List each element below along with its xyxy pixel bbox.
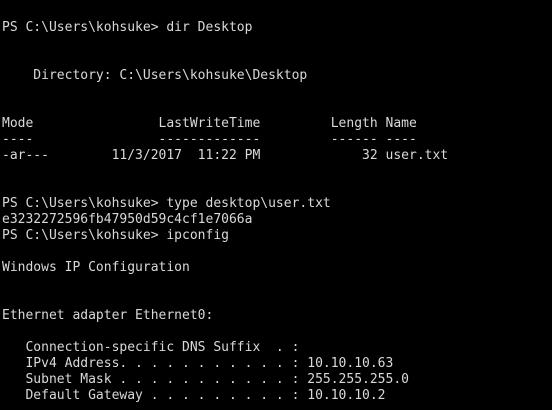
default-gateway-line: Default Gateway . . . . . . . . . : 10.1… bbox=[2, 388, 386, 403]
ipconfig-title: Windows IP Configuration bbox=[2, 260, 190, 275]
ipv4-address-line: IPv4 Address. . . . . . . . . . . : 10.1… bbox=[2, 356, 394, 371]
listing-header: Mode LastWriteTime Length Name bbox=[2, 116, 417, 131]
prompt-type-command: PS C:\Users\kohsuke> type desktop\user.t… bbox=[2, 196, 331, 211]
prompt-ipconfig-command: PS C:\Users\kohsuke> ipconfig bbox=[2, 228, 229, 243]
prompt-dir-command: PS C:\Users\kohsuke> dir Desktop bbox=[2, 20, 253, 35]
powershell-terminal[interactable]: PS C:\Users\kohsuke> dir Desktop Directo… bbox=[0, 0, 552, 410]
dns-suffix-line: Connection-specific DNS Suffix . : bbox=[2, 340, 300, 355]
subnet-mask-line: Subnet Mask . . . . . . . . . . . : 255.… bbox=[2, 372, 409, 387]
listing-header-underline: ---- ------------- ------ ---- bbox=[2, 132, 417, 147]
ethernet-adapter-heading: Ethernet adapter Ethernet0: bbox=[2, 308, 214, 323]
directory-heading: Directory: C:\Users\kohsuke\Desktop bbox=[2, 68, 308, 83]
listing-row-user-txt: -ar--- 11/3/2017 11:22 PM 32 user.txt bbox=[2, 148, 449, 163]
file-content-output: e3232272596fb47950d59c4cf1e7066a bbox=[2, 212, 253, 227]
